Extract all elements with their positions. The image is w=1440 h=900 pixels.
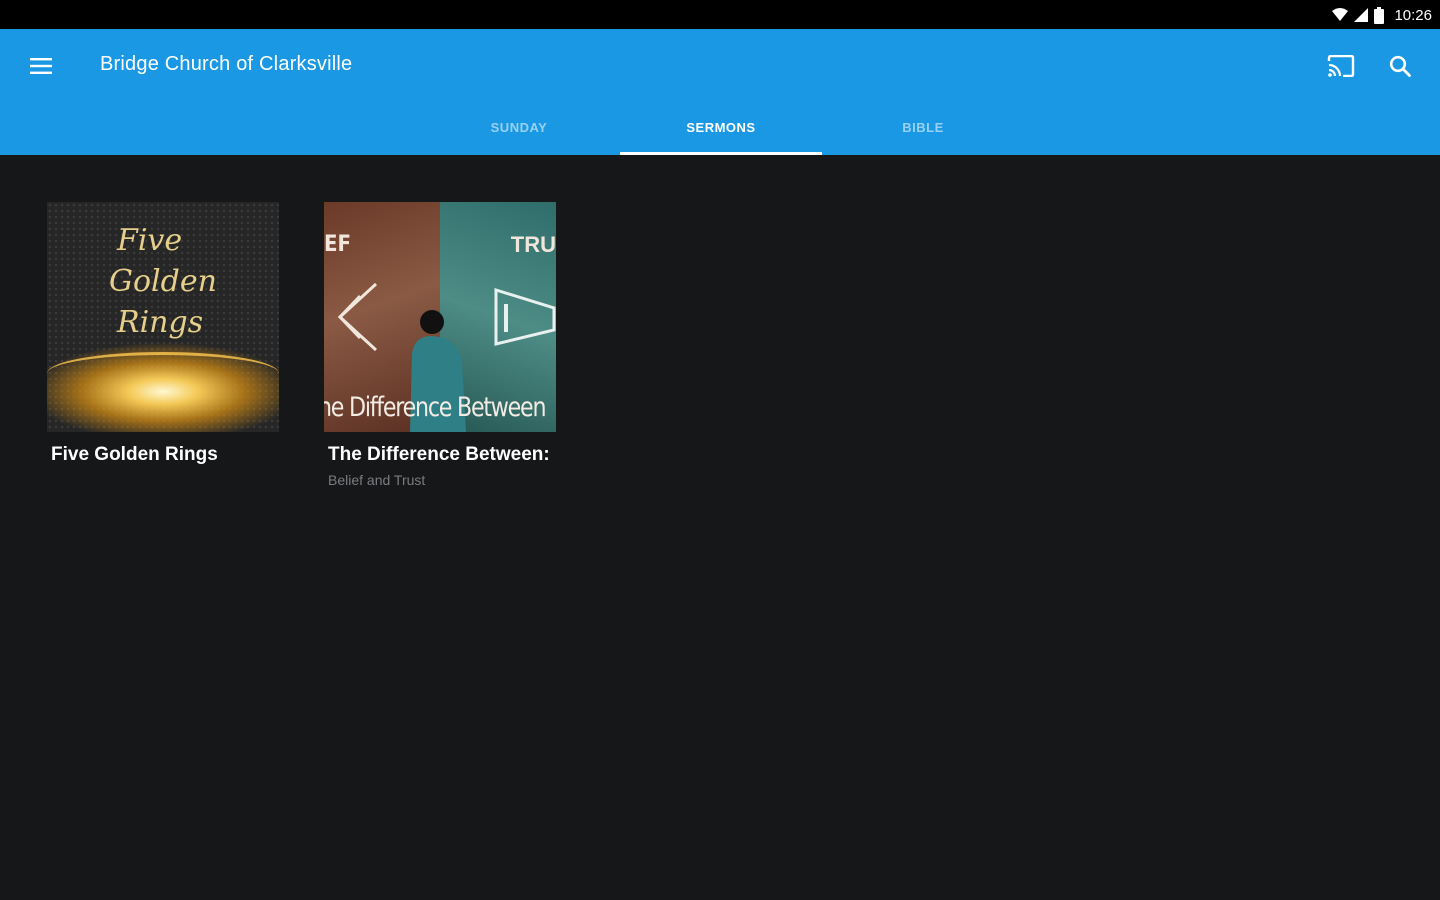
search-icon bbox=[1389, 55, 1411, 77]
sermon-artwork: Five Golden Rings bbox=[47, 202, 279, 432]
sermon-card-difference-between[interactable]: EF TRU he Difference Between The Differe… bbox=[324, 202, 556, 488]
artwork-caption: he Difference Between bbox=[324, 392, 546, 423]
tab-sunday[interactable]: SUNDAY bbox=[418, 99, 620, 155]
artwork-word-right: TRU bbox=[510, 232, 556, 257]
tab-bar: SUNDAY SERMONS BIBLE bbox=[418, 99, 1024, 155]
back-arrows-icon bbox=[337, 282, 378, 352]
app-bar: Bridge Church of Clarksville SUNDAY SERM… bbox=[0, 29, 1440, 155]
artwork-line: Rings bbox=[117, 305, 204, 340]
sermon-title: Five Golden Rings bbox=[51, 444, 218, 465]
status-icons: 10:26 bbox=[1332, 5, 1432, 25]
sermon-artwork: EF TRU he Difference Between bbox=[324, 202, 556, 432]
cast-icon bbox=[1327, 55, 1355, 77]
menu-icon bbox=[30, 58, 52, 74]
sermon-title: The Difference Between: bbox=[328, 444, 550, 465]
artwork-line: Golden bbox=[109, 264, 217, 299]
wifi-icon bbox=[1332, 8, 1349, 21]
tab-bible[interactable]: BIBLE bbox=[822, 99, 1024, 155]
golden-ring-graphic bbox=[47, 352, 279, 395]
cell-signal-icon bbox=[1354, 8, 1369, 22]
artwork-text: Five Golden Rings bbox=[109, 220, 217, 343]
app-title: Bridge Church of Clarksville bbox=[100, 53, 353, 75]
menu-button[interactable] bbox=[22, 47, 60, 85]
sermon-card-five-golden-rings[interactable]: Five Golden Rings Five Golden Rings bbox=[47, 202, 279, 466]
status-time: 10:26 bbox=[1394, 6, 1432, 24]
sermon-subtitle: Belief and Trust bbox=[328, 472, 426, 488]
forward-flag-icon bbox=[494, 287, 556, 346]
artwork-word-left: EF bbox=[324, 232, 352, 257]
tab-sermons[interactable]: SERMONS bbox=[620, 99, 822, 155]
battery-icon bbox=[1374, 6, 1385, 24]
artwork-line: Five bbox=[117, 223, 183, 258]
search-button[interactable] bbox=[1381, 47, 1419, 85]
status-bar: 10:26 bbox=[0, 0, 1440, 29]
cast-button[interactable] bbox=[1322, 47, 1360, 85]
